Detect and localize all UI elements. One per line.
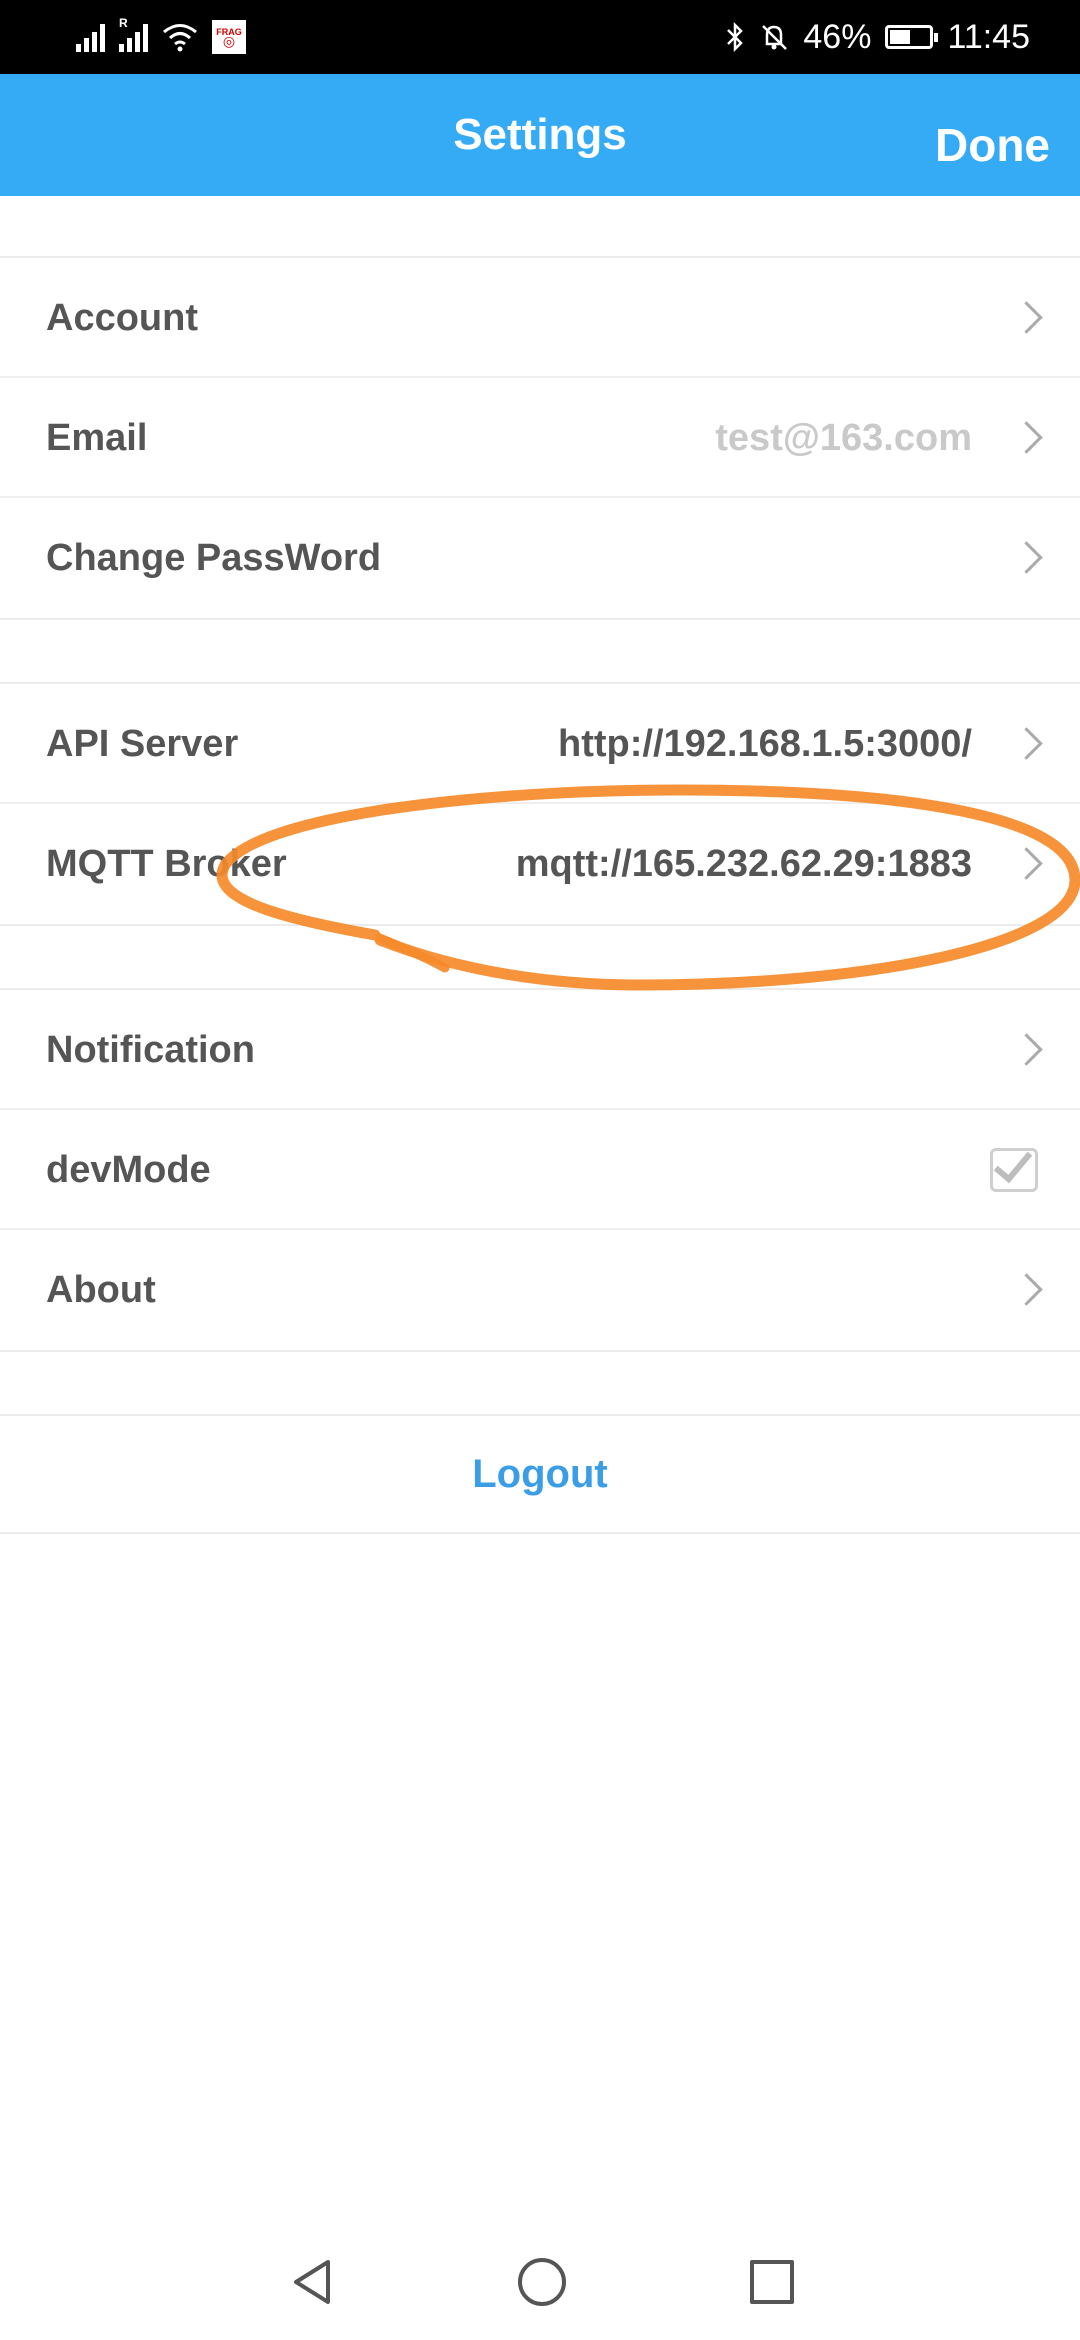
battery-fill bbox=[890, 30, 910, 44]
chevron-right-icon bbox=[1010, 1273, 1043, 1306]
done-button[interactable]: Done bbox=[935, 74, 1050, 216]
bell-muted-icon bbox=[762, 25, 788, 50]
cell-signal-icon bbox=[76, 22, 105, 52]
change-password-row[interactable]: Change PassWord bbox=[0, 498, 1080, 618]
wifi-icon bbox=[163, 24, 197, 52]
settings-group-misc: Notification devMode About bbox=[0, 988, 1080, 1352]
bluetooth-icon bbox=[727, 22, 744, 52]
chevron-right-icon bbox=[1010, 421, 1043, 454]
system-nav-bar bbox=[0, 2230, 1080, 2340]
row-label: About bbox=[46, 1269, 156, 1311]
devmode-row[interactable]: devMode bbox=[0, 1110, 1080, 1230]
logout-group: Logout bbox=[0, 1414, 1080, 1534]
chevron-right-icon bbox=[1010, 541, 1043, 574]
chevron-right-icon bbox=[1010, 301, 1043, 334]
clock: 11:45 bbox=[947, 17, 1030, 56]
chevron-right-icon bbox=[1010, 847, 1043, 880]
notification-row[interactable]: Notification bbox=[0, 990, 1080, 1110]
row-label: Notification bbox=[46, 1029, 255, 1071]
row-label: API Server bbox=[46, 723, 239, 765]
logout-button[interactable]: Logout bbox=[0, 1416, 1080, 1532]
api-server-row[interactable]: API Server http://192.168.1.5:3000/ bbox=[0, 684, 1080, 804]
page-title: Settings bbox=[453, 110, 627, 159]
api-server-value: http://192.168.1.5:3000/ bbox=[558, 723, 972, 765]
email-value: test@163.com bbox=[715, 417, 972, 459]
chevron-right-icon bbox=[1010, 1033, 1043, 1066]
recents-square-icon[interactable] bbox=[750, 2260, 794, 2304]
about-row[interactable]: About bbox=[0, 1230, 1080, 1350]
row-label: Change PassWord bbox=[46, 537, 382, 579]
account-row[interactable]: Account bbox=[0, 258, 1080, 378]
settings-group-account: Account Email test@163.com Change PassWo… bbox=[0, 256, 1080, 620]
frag-app-icon: FRAG ◎ bbox=[212, 20, 246, 54]
chevron-right-icon bbox=[1010, 727, 1043, 760]
email-row[interactable]: Email test@163.com bbox=[0, 378, 1080, 498]
app-header: Settings Done bbox=[0, 74, 1080, 196]
devmode-checkbox[interactable] bbox=[990, 1148, 1038, 1192]
battery-percent: 46% bbox=[803, 17, 872, 56]
status-bar: R FRAG ◎ 46% 11:45 bbox=[0, 0, 1080, 74]
battery-icon bbox=[885, 25, 939, 49]
back-triangle-icon[interactable] bbox=[290, 2258, 334, 2306]
settings-group-server: API Server http://192.168.1.5:3000/ MQTT… bbox=[0, 682, 1080, 926]
home-circle-icon[interactable] bbox=[518, 2258, 566, 2306]
row-label: Account bbox=[46, 297, 198, 339]
row-label: MQTT Broker bbox=[46, 843, 287, 885]
cell-signal-2-icon: R bbox=[119, 16, 148, 52]
mqtt-broker-row[interactable]: MQTT Broker mqtt://165.232.62.29:1883 bbox=[0, 804, 1080, 924]
row-label: Email bbox=[46, 417, 148, 459]
row-label: devMode bbox=[46, 1149, 211, 1191]
mqtt-broker-value: mqtt://165.232.62.29:1883 bbox=[515, 843, 972, 885]
